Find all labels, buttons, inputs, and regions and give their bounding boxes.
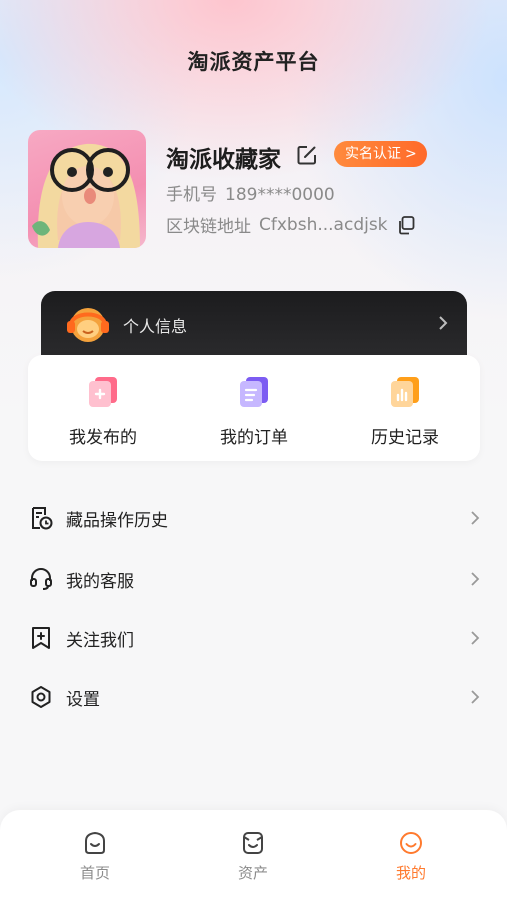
orders-icon [240,377,268,407]
action-orders-label: 我的订单 [220,428,288,448]
home-icon [85,831,105,854]
quick-actions-card: 我发布的 我的订单 历史记录 [28,355,480,461]
headset-icon [30,568,52,590]
action-history[interactable]: 历史记录 [340,373,470,448]
chain-value: Cfxbsh...acdjsk [259,214,388,235]
menu-item-settings[interactable]: 设置 [28,677,484,717]
phone-label: 手机号 [166,185,217,205]
chevron-right-icon [439,316,448,330]
menu-label: 设置 [66,689,100,710]
me-icon [400,832,422,854]
avatar[interactable] [28,130,146,248]
menu-label: 藏品操作历史 [66,510,168,531]
chain-label: 区块链地址 [166,217,251,237]
chain-address-row: 区块链地址 Cfxbsh...acdjsk [166,212,416,237]
tab-label: 首页 [79,864,110,882]
copy-icon[interactable] [396,215,416,235]
chevron-right-icon [471,631,480,645]
tab-label: 我的 [395,864,426,882]
phone-value: 189****0000 [225,185,335,205]
chevron-right-icon [471,511,480,525]
menu-item-follow-us[interactable]: 关注我们 [28,618,484,658]
phone-row: 手机号 189****0000 [166,180,335,205]
settings-icon [31,686,51,708]
chevron-right-icon [471,572,480,586]
verify-label: 实名认证 [345,146,401,162]
tab-label: 资产 [237,864,268,882]
assets-icon [243,832,263,854]
menu-label: 我的客服 [66,571,134,592]
personal-info-label: 个人信息 [123,317,188,336]
action-orders[interactable]: 我的订单 [189,373,319,448]
edit-icon[interactable] [296,144,318,166]
tab-home[interactable]: 首页 [50,830,140,883]
menu-label: 关注我们 [66,630,134,651]
action-history-label: 历史记录 [371,428,439,448]
published-icon [89,377,117,407]
headphones-avatar-icon [67,308,109,342]
page-title: 淘派资产平台 [187,50,320,74]
menu-item-customer-service[interactable]: 我的客服 [28,559,484,599]
chevron-right-icon [471,690,480,704]
personal-info-card[interactable]: 个人信息 [41,291,467,355]
tab-assets[interactable]: 资产 [208,830,298,883]
follow-icon [32,627,50,649]
verify-chevron: > [405,146,417,162]
avatar-illustration [32,143,140,248]
menu-item-collection-history[interactable]: 藏品操作历史 [28,498,484,538]
history-icon [391,377,419,407]
verify-badge[interactable]: 实名认证 > [334,141,427,167]
collection-history-icon [32,507,53,530]
bottom-tab-bar: 首页 资产 我的 [0,810,507,900]
action-published[interactable]: 我发布的 [38,373,168,448]
profile-name: 淘派收藏家 [166,147,281,173]
action-published-label: 我发布的 [69,428,137,448]
tab-me[interactable]: 我的 [366,830,456,883]
